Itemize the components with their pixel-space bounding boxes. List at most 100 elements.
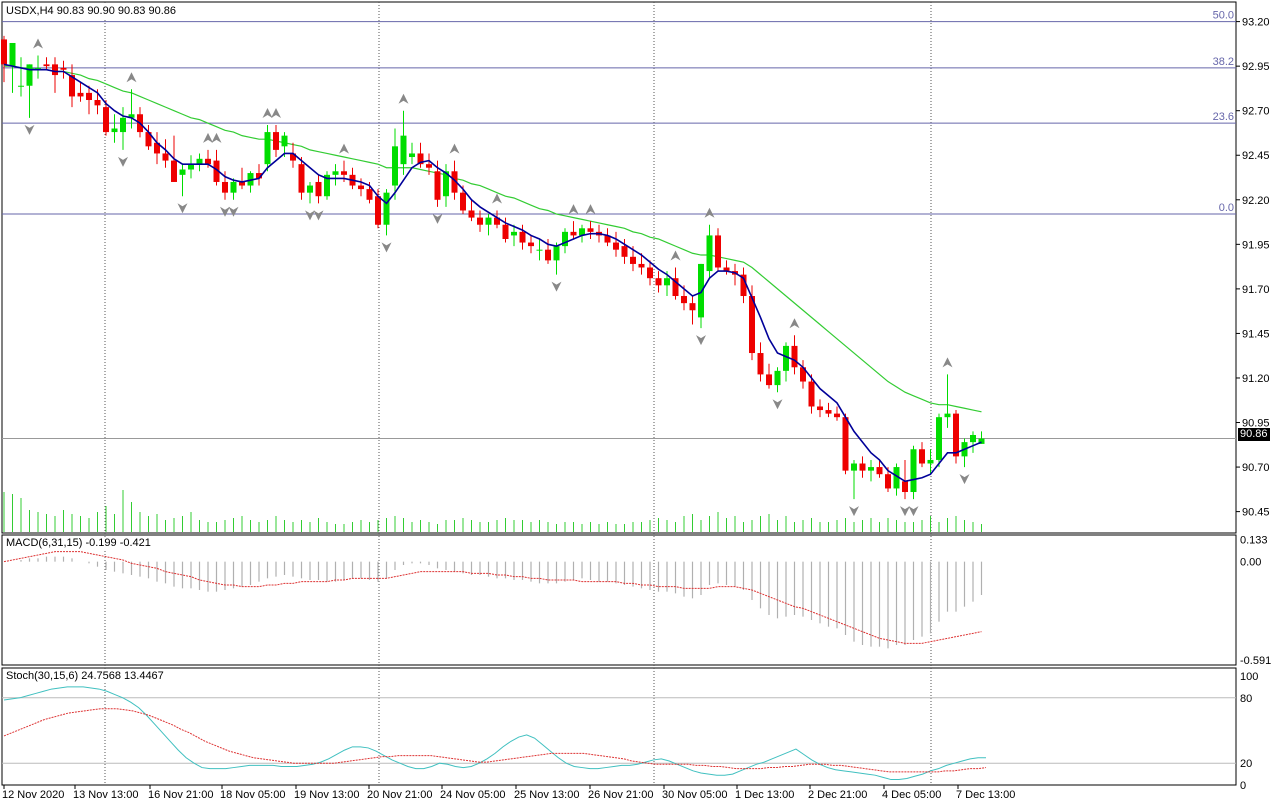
- candle-body: [332, 171, 339, 175]
- fractal-up-icon: [262, 107, 273, 118]
- main-pane-frame: [1, 1, 1237, 534]
- candle-body: [485, 217, 492, 225]
- candle-body: [230, 181, 237, 193]
- time-tick-label: 20 Nov 21:00: [367, 789, 432, 801]
- fractal-up-icon: [789, 318, 800, 329]
- time-tick-label: 25 Nov 13:00: [514, 789, 579, 801]
- fractal-up-icon: [568, 204, 579, 215]
- fractal-up-icon: [33, 38, 43, 49]
- candle-body: [400, 135, 407, 165]
- candle-body: [35, 67, 41, 69]
- fractal-down-icon: [381, 242, 392, 253]
- candle-body: [1, 39, 7, 65]
- candle-body: [434, 171, 441, 200]
- price-tick-label: 90.45: [1242, 507, 1270, 519]
- price-tick-label: 91.95: [1242, 239, 1270, 251]
- macd-pane-frame: [1, 534, 1237, 666]
- ma-fast-line: [3, 63, 982, 483]
- fractal-up-icon: [339, 143, 349, 154]
- macd-tick-label: 0.00: [1240, 557, 1261, 569]
- time-tick-label: 12 Nov 2020: [2, 789, 64, 801]
- macd-tick-label: 0.133: [1240, 535, 1268, 547]
- price-tick-label: 92.70: [1242, 106, 1270, 118]
- time-tick-label: 13 Nov 13:00: [73, 789, 138, 801]
- candle-body: [698, 263, 704, 318]
- fractal-up-icon: [585, 204, 596, 215]
- stoch-pane-frame: [1, 667, 1237, 786]
- fractal-up-icon: [942, 357, 953, 368]
- candle-body: [281, 135, 288, 147]
- fractal-up-icon: [271, 107, 281, 118]
- candle-body: [970, 434, 976, 443]
- fib-level-label: 0.0: [1219, 202, 1234, 214]
- fractal-up-icon: [704, 207, 715, 218]
- candle-body: [519, 231, 526, 243]
- candle-body: [502, 224, 509, 239]
- stoch-tick-label: 100: [1240, 671, 1258, 683]
- fractal-up-icon: [203, 132, 213, 143]
- candle-body: [222, 181, 228, 193]
- stoch-tick-label: 80: [1240, 693, 1252, 705]
- price-tick-label: 92.45: [1242, 150, 1270, 162]
- candle-body: [205, 158, 211, 165]
- candle-body: [392, 146, 398, 186]
- candle-body: [52, 64, 58, 76]
- ma-slow-line: [4, 65, 982, 413]
- price-tick-label: 91.45: [1242, 328, 1270, 340]
- fractal-down-icon: [849, 506, 859, 517]
- candle-body: [621, 246, 628, 257]
- candle-body: [179, 169, 186, 175]
- fractal-up-icon: [449, 143, 460, 154]
- time-tick-label: 4 Dec 05:00: [882, 789, 941, 801]
- candle-body: [86, 92, 92, 101]
- time-tick-label: 18 Nov 05:00: [220, 789, 285, 801]
- fractal-down-icon: [959, 474, 970, 485]
- candle-body: [511, 231, 517, 236]
- candle-body: [859, 463, 866, 471]
- candle-body: [944, 413, 951, 418]
- stoch-signal-line: [3, 708, 987, 773]
- candle-body: [647, 267, 653, 279]
- stoch-label: Stoch(30,15,6) 24.7568 13.4467: [4, 670, 166, 683]
- candle-body: [375, 196, 381, 225]
- candle-body: [171, 160, 177, 182]
- price-tick-label: 92.20: [1242, 195, 1270, 207]
- fractal-up-icon: [211, 132, 222, 143]
- candle-body: [587, 228, 594, 232]
- candle-body: [783, 345, 789, 371]
- candle-body: [842, 417, 849, 471]
- candle-body: [868, 467, 874, 471]
- candle-body: [545, 249, 551, 261]
- candle-body: [18, 85, 24, 87]
- candle-body: [460, 192, 466, 211]
- candle-body: [103, 107, 109, 133]
- price-tick-label: 91.70: [1242, 284, 1270, 296]
- candle-body: [162, 153, 169, 161]
- candle-body: [77, 92, 84, 97]
- candle-body: [817, 406, 823, 411]
- candle-body: [876, 467, 883, 475]
- fib-level-label: 38.2: [1213, 56, 1234, 68]
- fractal-down-icon: [908, 506, 919, 517]
- candle-body: [825, 410, 832, 414]
- chart-title: USDX,H4 90.83 90.90 90.83 90.86: [4, 5, 179, 18]
- candle-body: [528, 242, 534, 247]
- candle-body: [791, 345, 798, 368]
- candle-body: [936, 417, 942, 460]
- candle-body: [885, 474, 891, 489]
- candle-body: [426, 164, 432, 168]
- fractal-up-icon: [126, 72, 137, 83]
- candle-body: [902, 481, 908, 493]
- fractal-up-icon: [492, 193, 502, 204]
- candle-body: [60, 67, 67, 70]
- chart-area[interactable]: 93.20 92.95 92.70 92.45 92.20 91.95 91.70 91.45…: [0, 0, 1280, 804]
- macd-signal-line: [3, 551, 982, 644]
- chart-svg[interactable]: 93.20 92.95 92.70 92.45 92.20 91.95 91.70 91.45…: [0, 0, 1280, 804]
- time-tick-label: 7 Dec 13:00: [956, 789, 1015, 801]
- candle-body: [43, 64, 50, 67]
- candle-body: [196, 158, 203, 165]
- time-tick-label: 19 Nov 13:00: [294, 789, 359, 801]
- candle-body: [111, 128, 118, 133]
- candle-body: [409, 153, 415, 158]
- fractal-down-icon: [177, 203, 188, 214]
